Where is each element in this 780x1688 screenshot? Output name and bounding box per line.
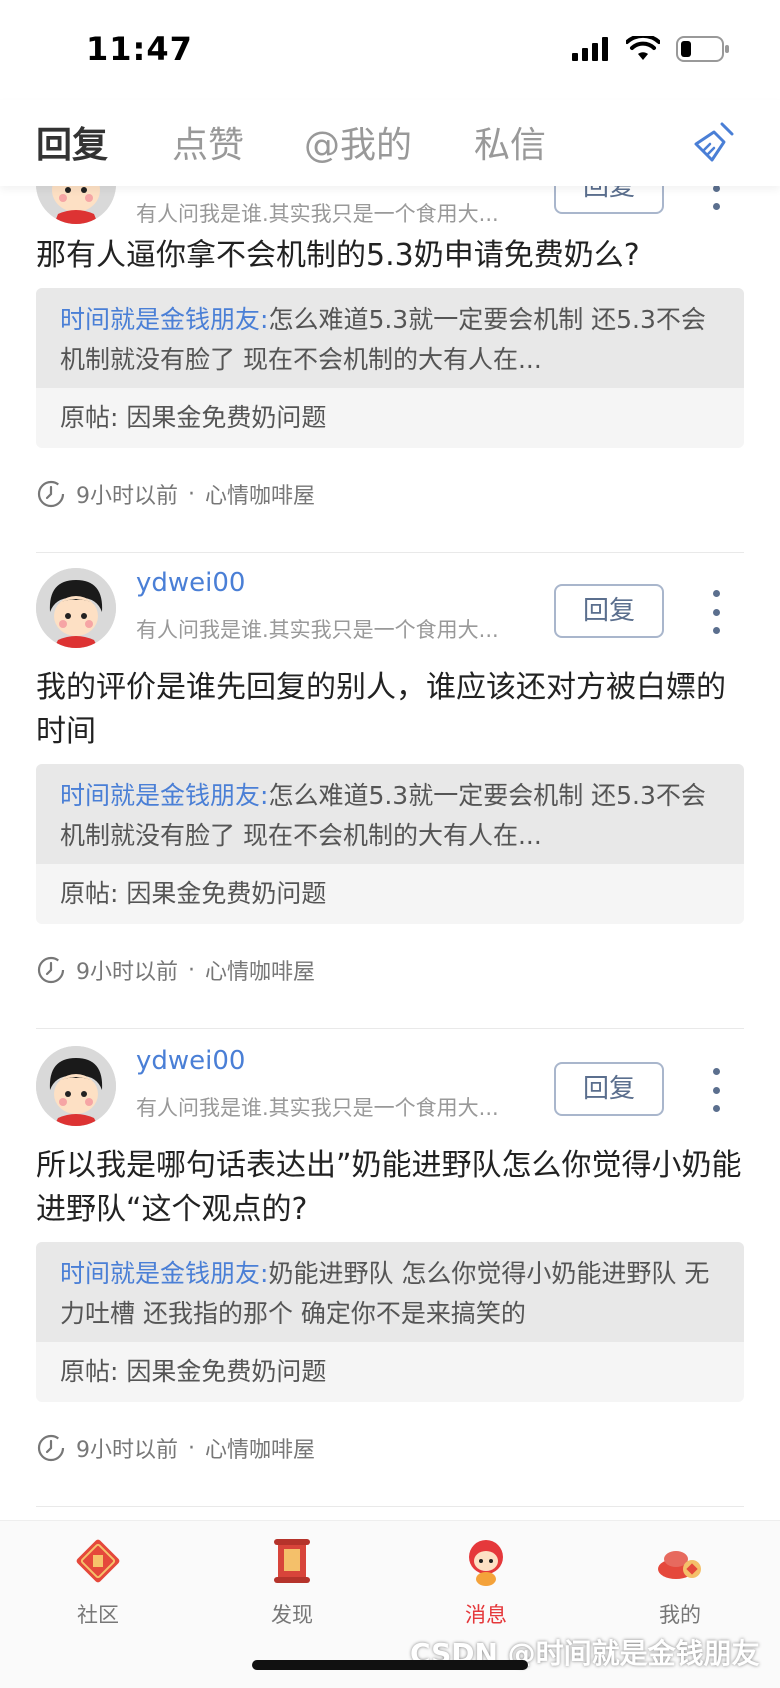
- tab-mentions[interactable]: @我的: [304, 116, 412, 168]
- avatar[interactable]: [36, 568, 116, 648]
- reply-button[interactable]: 回复: [554, 584, 664, 638]
- divider: [36, 552, 744, 553]
- wifi-icon: [626, 36, 660, 60]
- clock-icon: [37, 1434, 65, 1462]
- nav-messages[interactable]: 消息: [426, 1535, 546, 1629]
- avatar-face-icon: [36, 186, 116, 224]
- quoted-comment: 时间就是金钱朋友:怎么难道5.3就一定要会机制 还5.3不会机制就没有脸了 现在…: [36, 288, 744, 388]
- reply-comment: 我的评价是谁先回复的别人，谁应该还对方被白嫖的时间: [36, 670, 726, 749]
- status-time: 11:47: [86, 30, 193, 68]
- original-post-label: 原帖:: [60, 403, 119, 432]
- original-post-label: 原帖:: [60, 879, 119, 908]
- quoted-comment-box[interactable]: 时间就是金钱朋友:怎么难道5.3就一定要会机制 还5.3不会机制就没有脸了 现在…: [36, 288, 744, 448]
- divider: [36, 1028, 744, 1029]
- reply-comment: 那有人逼你拿不会机制的5.3奶申请免费奶么?: [36, 238, 640, 273]
- scroll-icon: [274, 1539, 310, 1583]
- quoted-author[interactable]: 时间就是金钱朋友:: [60, 305, 268, 334]
- meta-separator: ·: [188, 481, 195, 507]
- username[interactable]: ydwei00: [136, 568, 245, 598]
- nav-label: 社区: [77, 1603, 119, 1627]
- nav-label: 发现: [271, 1603, 313, 1627]
- user-signature: 有人问我是谁.其实我只是一个食用大...: [136, 202, 499, 226]
- mascot-icon: [469, 1540, 503, 1586]
- more-options-icon[interactable]: [706, 1068, 726, 1112]
- reply-button[interactable]: 回复: [554, 186, 664, 214]
- nav-label: 我的: [659, 1603, 701, 1627]
- tab-private-messages[interactable]: 私信: [474, 116, 546, 168]
- reply-feed[interactable]: 有人问我是谁.其实我只是一个食用大... 回复 那有人逼你拿不会机制的5.3奶申…: [0, 186, 780, 1520]
- avatar[interactable]: [36, 186, 116, 224]
- avatar-face-icon: [36, 568, 116, 648]
- original-post[interactable]: 原帖: 因果金免费奶问题: [36, 1342, 744, 1402]
- reply-button[interactable]: 回复: [554, 1062, 664, 1116]
- treasure-icon: [658, 1551, 701, 1579]
- status-bar: 11:47: [0, 0, 780, 100]
- quoted-comment: 时间就是金钱朋友:怎么难道5.3就一定要会机制 还5.3不会机制就没有脸了 现在…: [36, 764, 744, 864]
- original-post-title: 因果金免费奶问题: [126, 1357, 327, 1386]
- reply-meta: 9小时以前 · 心情咖啡屋: [36, 954, 315, 986]
- reply-comment: 所以我是哪句话表达出”奶能进野队怎么你觉得小奶能进野队“这个观点的?: [36, 1148, 742, 1227]
- divider: [36, 1506, 744, 1507]
- quoted-author[interactable]: 时间就是金钱朋友:: [60, 1259, 268, 1288]
- meta-separator: ·: [188, 1435, 195, 1461]
- signal-icon: [572, 37, 608, 61]
- time-ago: 9小时以前: [76, 484, 178, 509]
- original-post-title: 因果金免费奶问题: [126, 879, 327, 908]
- fu-icon: [76, 1539, 120, 1583]
- quoted-comment-box[interactable]: 时间就是金钱朋友:怎么难道5.3就一定要会机制 还5.3不会机制就没有脸了 现在…: [36, 764, 744, 924]
- original-post[interactable]: 原帖: 因果金免费奶问题: [36, 388, 744, 448]
- clock-icon: [37, 956, 65, 984]
- reply-meta: 9小时以前 · 心情咖啡屋: [36, 478, 315, 510]
- user-signature: 有人问我是谁.其实我只是一个食用大...: [136, 1096, 499, 1120]
- original-post[interactable]: 原帖: 因果金免费奶问题: [36, 864, 744, 924]
- time-ago: 9小时以前: [76, 1438, 178, 1463]
- username[interactable]: ydwei00: [136, 1046, 245, 1076]
- forum-name[interactable]: 心情咖啡屋: [205, 1432, 315, 1464]
- clock-icon: [37, 480, 65, 508]
- battery-icon: [676, 36, 729, 62]
- clear-broom-icon[interactable]: [692, 120, 736, 164]
- forum-name[interactable]: 心情咖啡屋: [205, 478, 315, 510]
- meta-separator: ·: [188, 957, 195, 983]
- status-icons: [572, 36, 730, 62]
- user-signature: 有人问我是谁.其实我只是一个食用大...: [136, 618, 499, 642]
- more-options-icon[interactable]: [706, 590, 726, 634]
- time-ago: 9小时以前: [76, 960, 178, 985]
- tab-likes[interactable]: 点赞: [172, 116, 244, 168]
- reply-meta: 9小时以前 · 心情咖啡屋: [36, 1432, 315, 1464]
- forum-name[interactable]: 心情咖啡屋: [205, 954, 315, 986]
- home-indicator[interactable]: [252, 1660, 528, 1670]
- quoted-comment-box[interactable]: 时间就是金钱朋友:奶能进野队 怎么你觉得小奶能进野队 无力吐槽 还我指的那个 确…: [36, 1242, 744, 1402]
- more-options-icon[interactable]: [706, 186, 726, 210]
- quoted-comment: 时间就是金钱朋友:奶能进野队 怎么你觉得小奶能进野队 无力吐槽 还我指的那个 确…: [36, 1242, 744, 1342]
- original-post-label: 原帖:: [60, 1357, 119, 1386]
- nav-discover[interactable]: 发现: [232, 1535, 352, 1629]
- avatar-face-icon: [36, 1046, 116, 1126]
- nav-label: 消息: [465, 1603, 507, 1627]
- nav-community[interactable]: 社区: [38, 1535, 158, 1629]
- tab-replies[interactable]: 回复: [36, 116, 108, 168]
- quoted-author[interactable]: 时间就是金钱朋友:: [60, 781, 268, 810]
- nav-profile[interactable]: 我的: [620, 1535, 740, 1629]
- avatar[interactable]: [36, 1046, 116, 1126]
- original-post-title: 因果金免费奶问题: [126, 403, 327, 432]
- top-tab-bar: 回复 点赞 @我的 私信: [0, 100, 780, 186]
